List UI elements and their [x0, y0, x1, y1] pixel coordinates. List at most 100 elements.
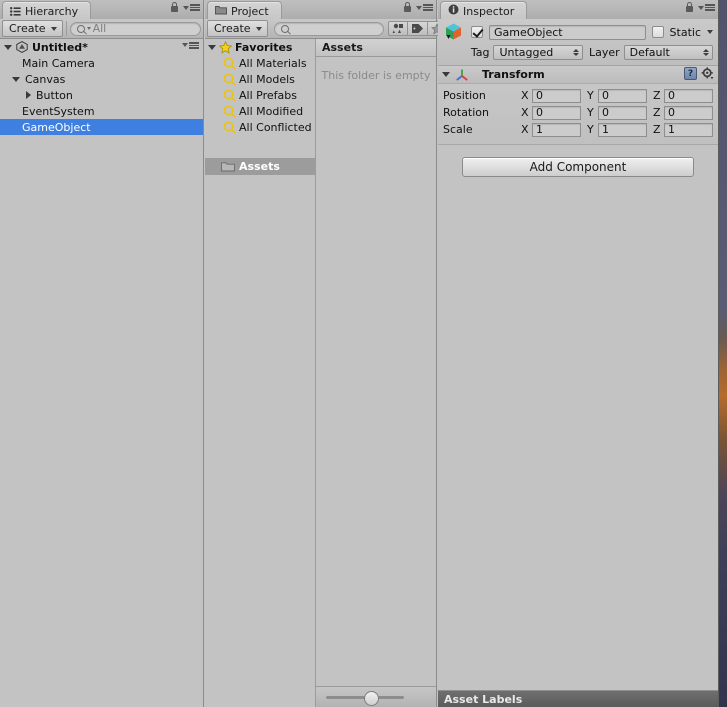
thumbnail-size-slider[interactable]: [326, 690, 404, 706]
saved-search-icon: [223, 72, 236, 86]
asset-labels-bar[interactable]: Asset Labels: [438, 690, 718, 707]
static-dropdown-caret-icon[interactable]: [707, 30, 713, 34]
project-body: Create Favorites All Materials All Model…: [205, 19, 448, 707]
add-component-area: Add Component: [438, 145, 718, 177]
help-book-icon[interactable]: ?: [684, 67, 697, 80]
hierarchy-tree[interactable]: Untitled* Main Camera Canvas Button EventSy…: [0, 39, 203, 707]
chevron-down-icon[interactable]: [4, 44, 12, 50]
filter-by-label-icon[interactable]: [407, 21, 428, 36]
hierarchy-search-input[interactable]: All: [69, 21, 201, 36]
tag-dropdown[interactable]: Untagged: [493, 45, 583, 60]
unity-editor-window: Hierarchy Create All Untitled* Main Came…: [0, 0, 727, 707]
chevron-down-icon[interactable]: [208, 44, 216, 50]
favorite-item-all-models[interactable]: All Models: [205, 71, 315, 87]
hierarchy-item-button[interactable]: Button: [0, 87, 203, 103]
favorites-label: Favorites: [235, 40, 293, 54]
favorite-item-label: All Materials: [239, 56, 307, 70]
search-filter-caret-icon: [86, 27, 91, 30]
axis-label-z: Z: [653, 106, 661, 119]
scale-x-field[interactable]: 1: [532, 122, 581, 137]
axis-label-y: Y: [587, 106, 594, 119]
gameobject-name-value: GameObject: [494, 25, 563, 39]
lock-icon[interactable]: [170, 2, 179, 13]
hierarchy-item-label: Canvas: [25, 72, 66, 86]
lock-icon[interactable]: [685, 2, 694, 13]
hierarchy-item-main-camera[interactable]: Main Camera: [0, 55, 203, 71]
scene-menu-icon[interactable]: [182, 42, 199, 49]
tab-inspector-label: Inspector: [463, 4, 515, 18]
field-value: 1: [668, 123, 675, 136]
tab-inspector[interactable]: Inspector: [440, 1, 528, 20]
gameobject-enabled-checkbox[interactable]: [471, 26, 483, 38]
breadcrumb-assets: Assets: [322, 41, 363, 54]
field-value: 0: [536, 106, 543, 119]
favorite-item-all-materials[interactable]: All Materials: [205, 55, 315, 71]
hierarchy-item-eventsystem[interactable]: EventSystem: [0, 103, 203, 119]
transform-row-position: Position X 0 Y 0 Z 0: [443, 87, 713, 104]
thumbnail-size-slider-knob[interactable]: [364, 690, 379, 706]
hierarchy-item-gameobject[interactable]: GameObject: [0, 119, 203, 135]
axis-label-x: X: [521, 106, 529, 119]
hierarchy-scene-name: Untitled*: [32, 40, 88, 54]
hierarchy-scene-row[interactable]: Untitled*: [0, 39, 203, 55]
project-tabbar-controls: [403, 2, 433, 13]
hierarchy-item-canvas[interactable]: Canvas: [0, 71, 203, 87]
chevron-down-icon[interactable]: [442, 72, 450, 77]
chevron-right-icon[interactable]: [26, 91, 31, 99]
layer-dropdown[interactable]: Default: [623, 45, 713, 60]
project-create-button[interactable]: Create: [207, 20, 268, 37]
lock-icon[interactable]: [403, 2, 412, 13]
tag-label: Tag: [470, 46, 490, 59]
hierarchy-body: Create All Untitled* Main Camera Canvas …: [0, 19, 203, 707]
toolbar-separator: [65, 21, 67, 36]
search-icon: [280, 24, 289, 33]
favorite-item-all-conflicted[interactable]: All Conflicted: [205, 119, 315, 135]
rotation-y-field[interactable]: 0: [598, 105, 647, 120]
project-tabbar: Project: [205, 0, 436, 20]
filter-by-type-icon[interactable]: [387, 21, 408, 36]
static-checkbox[interactable]: [651, 26, 664, 38]
position-x-field[interactable]: 0: [532, 88, 581, 103]
scale-z-field[interactable]: 1: [664, 122, 713, 137]
favorite-item-all-prefabs[interactable]: All Prefabs: [205, 87, 315, 103]
gameobject-name-field[interactable]: GameObject: [489, 24, 646, 40]
project-split: Favorites All Materials All Models All Pre…: [205, 39, 436, 707]
panel-menu-icon[interactable]: [698, 4, 715, 11]
scene-view-sliver[interactable]: [718, 0, 727, 707]
hierarchy-item-label: GameObject: [22, 120, 91, 134]
transform-title: Transform: [482, 68, 545, 81]
favorite-item-all-modified[interactable]: All Modified: [205, 103, 315, 119]
position-z-field[interactable]: 0: [664, 88, 713, 103]
position-y-field[interactable]: 0: [598, 88, 647, 103]
breadcrumb: Assets: [316, 39, 436, 57]
rotation-z-field[interactable]: 0: [664, 105, 713, 120]
rotation-x-field[interactable]: 0: [532, 105, 581, 120]
inspector-body: GameObject Static Tag Untagged Layer Def…: [438, 19, 718, 707]
transform-component-header[interactable]: Transform ?: [438, 66, 718, 84]
saved-search-icon: [223, 56, 236, 70]
project-search-input[interactable]: [273, 21, 384, 36]
axis-label-x: X: [521, 123, 529, 136]
panel-menu-icon[interactable]: [416, 4, 433, 11]
panel-menu-icon[interactable]: [183, 4, 200, 11]
project-browser[interactable]: Assets This folder is empty: [316, 39, 436, 707]
axis-label-z: Z: [653, 123, 661, 136]
tab-hierarchy[interactable]: Hierarchy: [2, 1, 92, 20]
saved-search-icon: [223, 104, 236, 118]
project-tree[interactable]: Favorites All Materials All Models All Pre…: [205, 39, 316, 707]
chevron-down-icon[interactable]: [12, 76, 20, 82]
project-tree-assets-node[interactable]: Assets: [205, 158, 315, 175]
gameobject-cube-icon[interactable]: [443, 22, 465, 44]
tab-project[interactable]: Project: [207, 1, 282, 20]
hierarchy-item-label: Main Camera: [22, 56, 95, 70]
hierarchy-create-button[interactable]: Create: [2, 20, 63, 37]
scale-y-field[interactable]: 1: [598, 122, 647, 137]
caret-down-icon: [50, 26, 57, 31]
axis-label-z: Z: [653, 89, 661, 102]
add-component-button[interactable]: Add Component: [462, 157, 694, 177]
favorites-node[interactable]: Favorites: [205, 39, 315, 55]
hierarchy-search-value: All: [92, 22, 107, 35]
gear-icon[interactable]: [701, 67, 714, 80]
caret-down-icon: [255, 26, 262, 31]
empty-folder-message: This folder is empty: [321, 69, 431, 82]
